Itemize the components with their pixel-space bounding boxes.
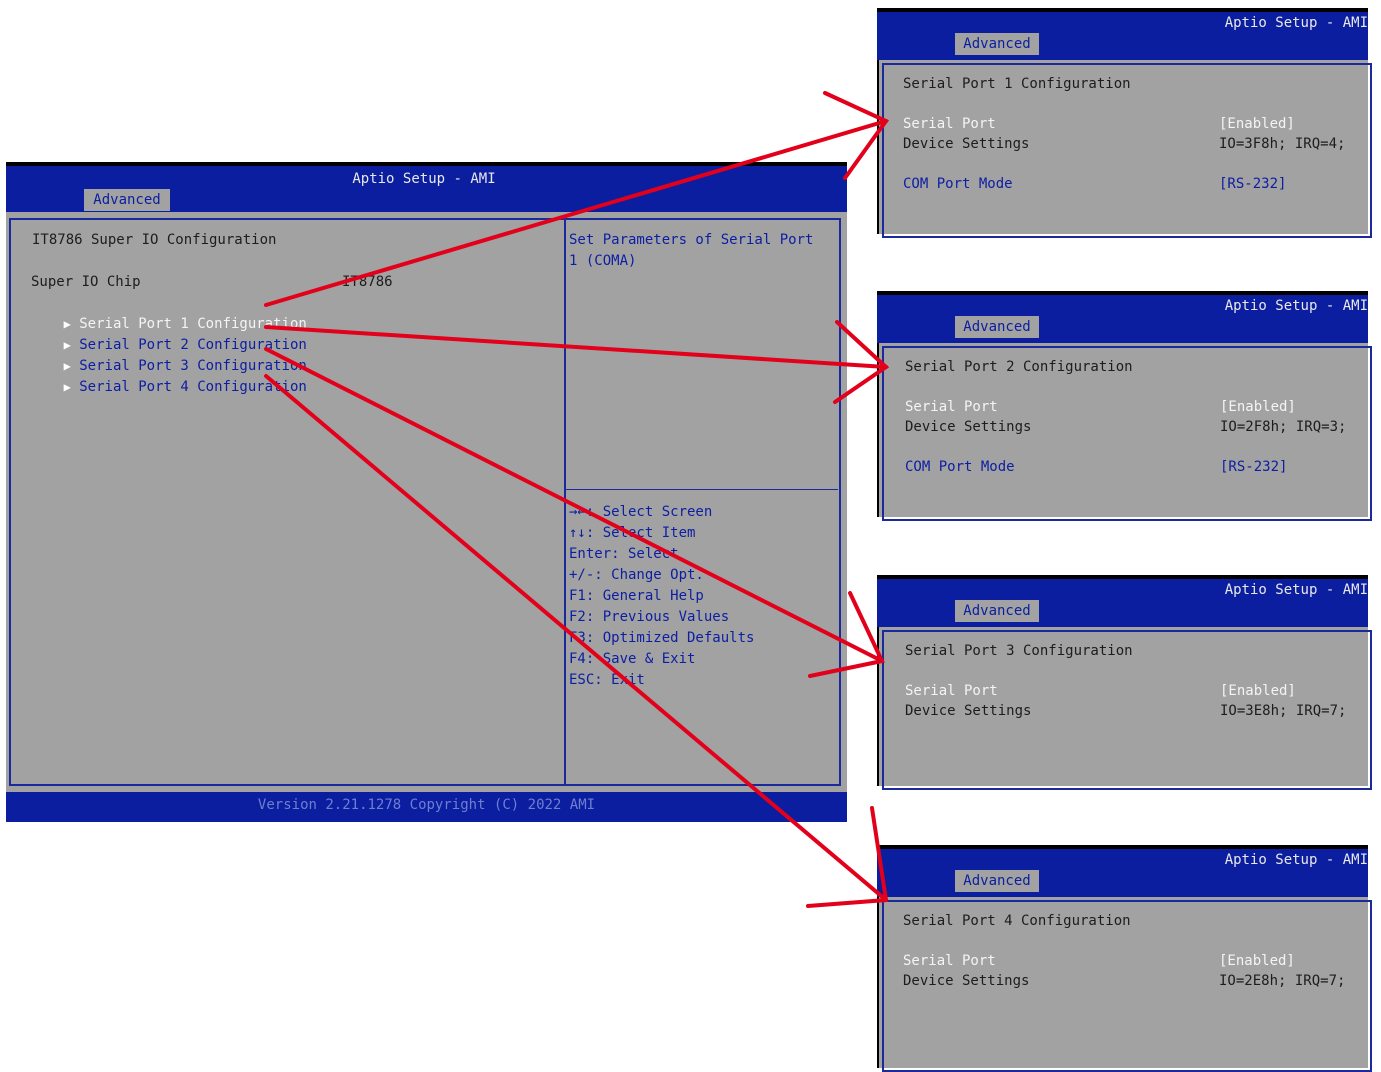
serial-port-label[interactable]: Serial Port [903,114,996,135]
help-text-line-2: 1 (COMA) [569,253,637,269]
app-title: Aptio Setup - AMI [1224,298,1368,314]
device-settings-value: IO=3E8h; IRQ=7; [1220,703,1347,719]
device-settings-value: IO=3F8h; IRQ=4; [1219,136,1346,152]
menu-item-label: Serial Port 4 Configuration [79,379,307,395]
device-settings-value: IO=2F8h; IRQ=3; [1220,419,1347,435]
serial-port-label[interactable]: Serial Port [905,397,998,418]
app-title: Aptio Setup - AMI [1224,15,1368,31]
page-title: Serial Port 3 Configuration [905,643,1133,659]
com-port-mode-value[interactable]: [RS-232] [1220,457,1287,478]
page-title: IT8786 Super IO Configuration [32,232,277,248]
com-port-mode-label[interactable]: COM Port Mode [903,174,1013,195]
key-hint-f4: F4: Save & Exit [569,651,696,667]
key-hint-enter: Enter: Select [569,546,679,562]
tab-advanced[interactable]: Advanced [955,600,1039,622]
tab-advanced[interactable]: Advanced [84,189,170,211]
serial-port-1-screen: Aptio Setup - AMI Advanced Serial Port 1… [877,8,1372,238]
tab-advanced[interactable]: Advanced [955,33,1039,55]
menu-item-serial-port-4[interactable]: ▶ Serial Port 4 Configuration [13,356,307,419]
page-title: Serial Port 2 Configuration [905,359,1133,375]
triangle-right-icon: ▶ [63,380,71,394]
page-title: Serial Port 4 Configuration [903,913,1131,929]
arrowhead-4 [806,806,889,908]
app-title: Aptio Setup - AMI [352,171,496,187]
com-port-mode-label[interactable]: COM Port Mode [905,457,1015,478]
device-settings-label: Device Settings [905,703,1032,719]
help-divider [566,489,838,490]
main-body: IT8786 Super IO Configuration Super IO C… [6,212,847,792]
bios-main-screen: Aptio Setup - AMI Advanced IT8786 Super … [6,162,847,822]
page-title: Serial Port 1 Configuration [903,76,1131,92]
super-io-chip-value: IT8786 [342,274,393,290]
key-hint-f3: F3: Optimized Defaults [569,630,755,646]
key-hint-select-screen: →←: Select Screen [569,504,713,520]
serial-port-value[interactable]: [Enabled] [1220,397,1296,418]
key-hint-select-item: ↑↓: Select Item [569,525,696,541]
serial-port-label[interactable]: Serial Port [903,951,996,972]
key-hint-f2: F2: Previous Values [569,609,730,625]
serial-port-2-screen: Aptio Setup - AMI Advanced Serial Port 2… [877,291,1372,521]
app-title: Aptio Setup - AMI [1224,582,1368,598]
key-hint-change-opt: +/-: Change Opt. [569,567,704,583]
serial-port-value[interactable]: [Enabled] [1220,681,1296,702]
device-settings-label: Device Settings [903,136,1030,152]
key-hint-f1: F1: General Help [569,588,704,604]
serial-port-value[interactable]: [Enabled] [1219,114,1295,135]
com-port-mode-value[interactable]: [RS-232] [1219,174,1286,195]
device-settings-label: Device Settings [905,419,1032,435]
help-text-line-1: Set Parameters of Serial Port [569,232,814,248]
tab-advanced[interactable]: Advanced [955,316,1039,338]
settings-pane: Serial Port 4 Configuration Serial Port … [879,897,1372,1072]
key-hint-esc: ESC: Exit [569,672,645,688]
serial-port-4-screen: Aptio Setup - AMI Advanced Serial Port 4… [877,845,1372,1072]
device-settings-value: IO=2E8h; IRQ=7; [1219,973,1346,989]
tab-advanced[interactable]: Advanced [955,870,1039,892]
settings-pane: Serial Port 1 Configuration Serial Port … [879,60,1372,238]
app-title: Aptio Setup - AMI [1224,852,1368,868]
settings-pane: Serial Port 2 Configuration Serial Port … [879,343,1372,521]
settings-pane: Serial Port 3 Configuration Serial Port … [879,627,1372,790]
super-io-chip-label: Super IO Chip [31,274,141,290]
serial-port-value[interactable]: [Enabled] [1219,951,1295,972]
serial-port-3-screen: Aptio Setup - AMI Advanced Serial Port 3… [877,575,1372,790]
serial-port-label[interactable]: Serial Port [905,681,998,702]
device-settings-label: Device Settings [903,973,1030,989]
version-footer: Version 2.21.1278 Copyright (C) 2022 AMI [6,792,847,822]
